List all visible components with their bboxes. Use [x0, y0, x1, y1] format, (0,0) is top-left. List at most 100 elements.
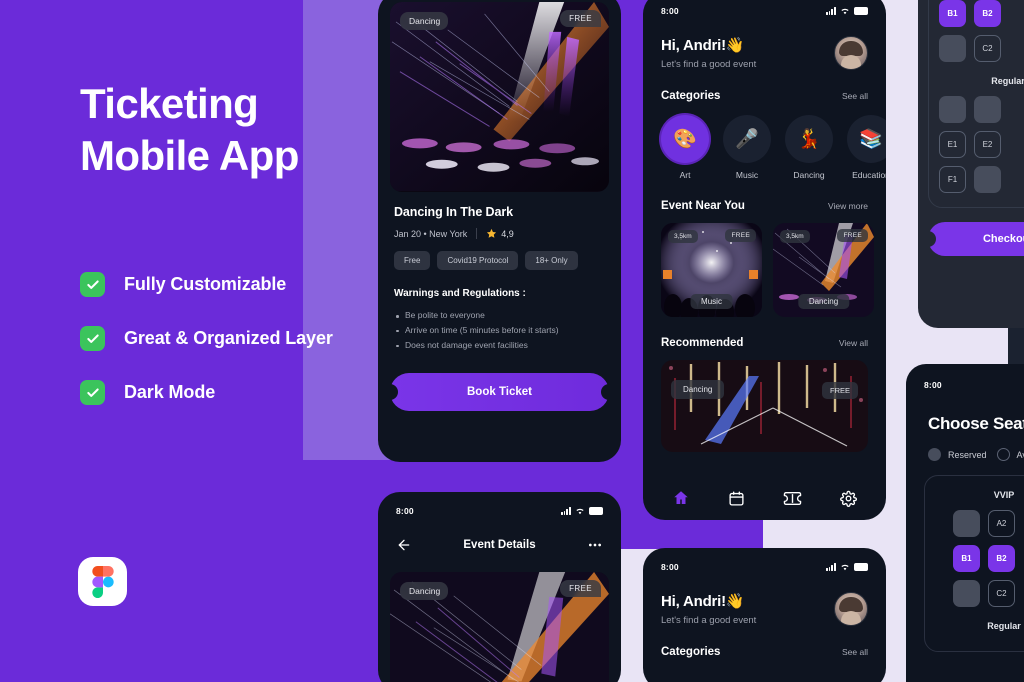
seat[interactable]: [939, 35, 966, 62]
event-card[interactable]: 3,5km FREE Dancing: [773, 223, 874, 317]
seat-row: B1 B2: [953, 545, 1015, 572]
seat-row: E1 E2: [939, 131, 1001, 158]
status-time: 8:00: [661, 6, 679, 16]
status-bar: 8:00: [643, 556, 886, 578]
tickets-tab[interactable]: [783, 490, 802, 507]
seat-section-label: VVIP: [993, 490, 1015, 500]
avatar-hair: [839, 40, 863, 56]
category-item-dancing[interactable]: 💃 Dancing: [785, 115, 833, 180]
seat-e1[interactable]: E1: [939, 131, 966, 158]
seat[interactable]: [939, 96, 966, 123]
home-tab[interactable]: [672, 489, 690, 507]
event-rating-value: 4,9: [501, 228, 514, 239]
calendar-icon: [729, 490, 744, 506]
seat[interactable]: [953, 510, 980, 537]
status-icons: [560, 507, 603, 515]
view-all-link[interactable]: View all: [839, 338, 868, 348]
seat-b1[interactable]: B1: [953, 545, 980, 572]
category-badge: Dancing: [797, 294, 850, 309]
status-time: 8:00: [924, 380, 942, 390]
gear-icon: [840, 490, 857, 507]
seat-row: B1 B2: [939, 0, 1001, 27]
seat-b2[interactable]: B2: [988, 545, 1015, 572]
event-card[interactable]: 3,5km FREE Music: [661, 223, 762, 317]
page-title: Choose Seats: [928, 414, 1024, 433]
greeting-block: Hi, Andri!👋 Let's find a good event: [661, 592, 756, 626]
page-title: Event Details: [463, 539, 536, 551]
seat-a2[interactable]: A2: [988, 510, 1015, 537]
seat-section-label-2: Regular: [987, 621, 1021, 631]
seat-c2[interactable]: C2: [988, 580, 1015, 607]
calendar-tab[interactable]: [728, 490, 745, 507]
phone-home-secondary: 8:00 Hi, Andri!👋 Let's find a good event…: [643, 548, 886, 682]
seat-f1[interactable]: F1: [939, 166, 966, 193]
avatar-face: [841, 54, 861, 69]
category-item-music[interactable]: 🎤 Music: [723, 115, 771, 180]
ticket-icon: [783, 491, 802, 505]
category-list: 🎨 Art 🎤 Music 💃 Dancing 📚 Education: [643, 115, 886, 180]
seat[interactable]: [953, 580, 980, 607]
check-icon: [80, 272, 105, 297]
see-all-link[interactable]: See all: [842, 647, 868, 657]
seat-row: C2: [953, 580, 1015, 607]
greeting-block: Hi, Andri!👋 Let's find a good event: [661, 36, 756, 70]
status-time: 8:00: [661, 562, 679, 572]
seat-row: C2: [939, 35, 1001, 62]
greeting-title: Hi, Andri!👋: [661, 593, 745, 610]
list-item: Does not damage event facilities: [394, 338, 605, 353]
seat-b2[interactable]: B2: [974, 0, 1001, 27]
status-bar: 8:00: [643, 0, 886, 22]
legend-reserved: Reserved: [928, 448, 987, 461]
avatar[interactable]: [834, 592, 868, 626]
seat-row: F1: [939, 166, 1001, 193]
panel-choose-seats-top: B1 B2 C2 Regular E1 E2 F1 Checko: [918, 0, 1024, 328]
view-more-link[interactable]: View more: [828, 201, 868, 211]
near-you-card-row: 3,5km FREE Music 3,5km FREE Dancing: [643, 223, 886, 317]
price-badge: FREE: [821, 382, 858, 399]
back-button[interactable]: [396, 537, 412, 553]
section-title: Categories: [661, 90, 721, 102]
checkout-button[interactable]: Checkout: [928, 222, 1024, 256]
distance-badge: 3,5km: [780, 230, 810, 243]
category-item-art[interactable]: 🎨 Art: [661, 115, 709, 180]
category-emoji: 📚: [859, 129, 883, 150]
seat[interactable]: [974, 166, 1001, 193]
more-button[interactable]: [587, 537, 603, 553]
legend-available: Available: [996, 448, 1024, 461]
event-title: Dancing In The Dark: [394, 205, 513, 219]
title-line-1: Ticketing: [80, 80, 259, 127]
avatar[interactable]: [834, 36, 868, 70]
price-badge: FREE: [837, 229, 868, 242]
seat[interactable]: [974, 96, 1001, 123]
settings-tab[interactable]: [840, 490, 857, 507]
wifi-icon: [575, 507, 585, 515]
list-item: Great & Organized Layer: [80, 326, 333, 351]
seat-b1[interactable]: B1: [939, 0, 966, 27]
category-emoji: 🎤: [735, 129, 759, 150]
see-all-link[interactable]: See all: [842, 91, 868, 101]
phone-event-details-main: Dancing FREE Dancing In The Dark Jan 20 …: [378, 0, 621, 462]
poster-canvas: Ticketing Mobile App Fully Customizable …: [0, 0, 1024, 682]
figma-logo-icon: [78, 557, 127, 606]
seat-row: [939, 96, 1001, 123]
books-icon: 📚: [847, 115, 886, 163]
seat-e2[interactable]: E2: [974, 131, 1001, 158]
seat-rows-vvip: B1 B2 C2: [939, 0, 1024, 62]
list-item: Be polite to everyone: [394, 308, 605, 323]
event-category-chip: Dancing: [400, 12, 448, 30]
status-bar: 8:00: [378, 500, 621, 522]
seat-section-label: Regular: [991, 76, 1024, 86]
category-label: Art: [679, 170, 691, 180]
event-detail-body: Dancing In The Dark Jan 20 • New York 4,…: [378, 192, 621, 353]
recommended-card[interactable]: Dancing FREE: [661, 360, 868, 452]
battery-icon: [589, 507, 603, 515]
book-ticket-button[interactable]: Book Ticket: [390, 372, 609, 411]
categories-header: Categories See all: [643, 90, 886, 102]
category-label: Education: [852, 170, 886, 180]
list-item: Dark Mode: [80, 380, 333, 405]
bottom-tab-bar: [643, 476, 886, 520]
seat-c2[interactable]: C2: [974, 35, 1001, 62]
legend-label: Reserved: [948, 449, 987, 460]
category-item-education[interactable]: 📚 Education: [847, 115, 886, 180]
greeting-row: Hi, Andri!👋 Let's find a good event: [643, 578, 886, 626]
